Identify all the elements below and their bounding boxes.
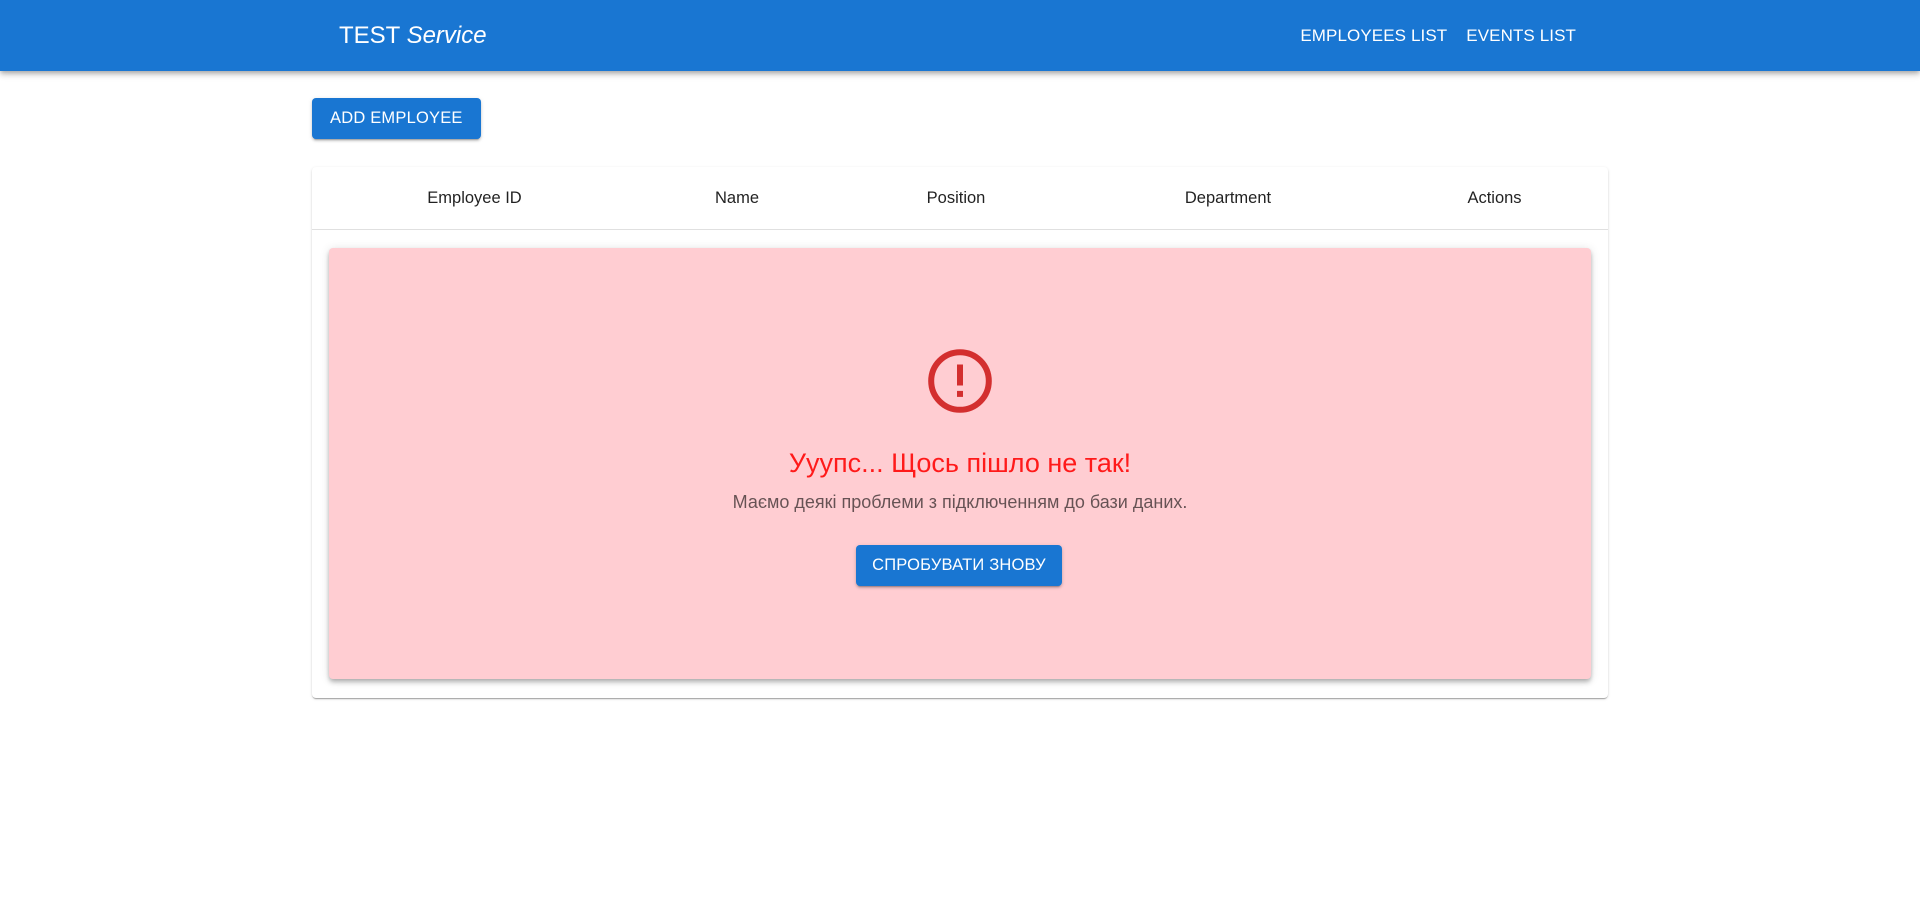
retry-button[interactable]: СПРОБУВАТИ ЗНОВУ bbox=[856, 545, 1062, 586]
column-header-name: Name bbox=[714, 188, 759, 207]
error-message: Маємо деякі проблеми з підключенням до б… bbox=[732, 492, 1188, 512]
nav-employees-list[interactable]: EMPLOYEES LIST bbox=[1292, 18, 1455, 54]
error-panel: Ууупс... Щось пішло не так! Маємо деякі … bbox=[329, 248, 1591, 679]
column-header-actions: Actions bbox=[1467, 188, 1522, 207]
main-nav: EMPLOYEES LIST EVENTS LIST bbox=[1292, 0, 1584, 71]
error-title: Ууупс... Щось пішло не так! bbox=[788, 448, 1132, 478]
brand-title: TEST bbox=[339, 21, 400, 49]
add-employee-button[interactable]: ADD EMPLOYEE bbox=[312, 98, 481, 139]
column-header-position: Position bbox=[926, 188, 986, 207]
nav-events-list[interactable]: EVENTS LIST bbox=[1458, 18, 1584, 54]
column-header-employee-id: Employee ID bbox=[427, 188, 522, 207]
error-outline-icon bbox=[928, 349, 992, 413]
employees-table: Employee ID Name Position Department Act… bbox=[312, 167, 1608, 698]
app-bar-toolbar: TEST Service EMPLOYEES LIST EVENTS LIST bbox=[312, 0, 1608, 71]
column-header-department: Department bbox=[1184, 188, 1272, 207]
brand-logo[interactable]: TEST Service bbox=[339, 22, 487, 50]
brand-subtitle: Service bbox=[406, 21, 487, 49]
app-bar: TEST Service EMPLOYEES LIST EVENTS LIST bbox=[0, 0, 1920, 71]
table-header-row: Employee ID Name Position Department Act… bbox=[312, 167, 1608, 230]
